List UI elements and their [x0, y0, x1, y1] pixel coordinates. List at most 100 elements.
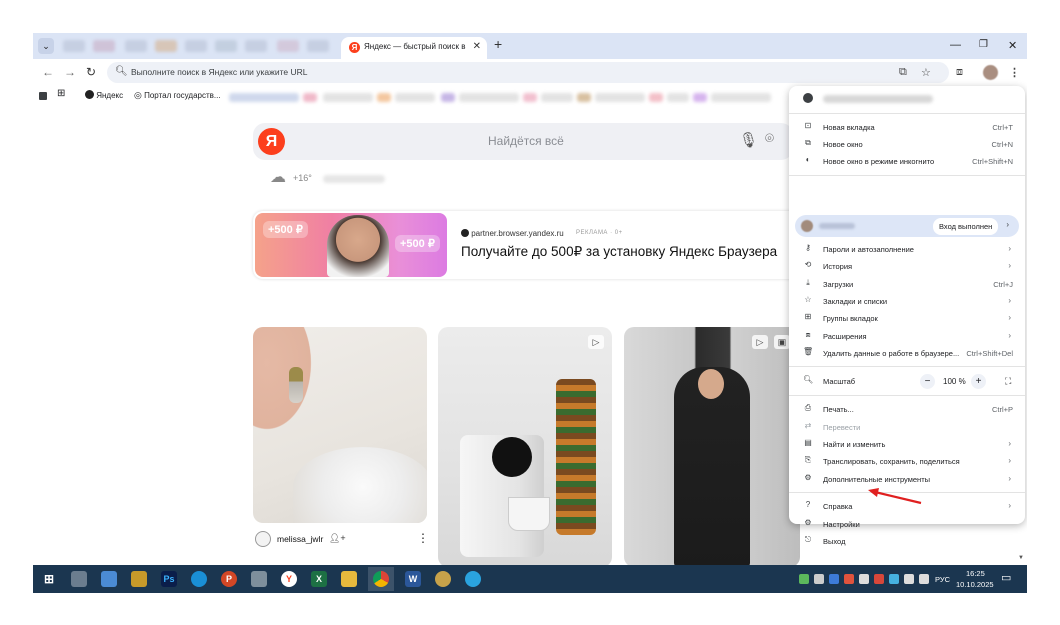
tab-blurred[interactable] [215, 40, 237, 52]
tray-app-icon[interactable] [889, 574, 899, 584]
chrome-icon[interactable] [373, 571, 389, 587]
weather-temperature[interactable]: +16° [293, 173, 312, 183]
menu-item-extensions[interactable]: ⧈ Расширения › [789, 328, 1025, 345]
clock-date[interactable]: 10.10.2025 [956, 580, 994, 589]
menu-item-passwords[interactable]: ⚷ Пароли и автозаполнение › [789, 241, 1025, 258]
card-more-icon[interactable]: ⋮ [417, 531, 429, 545]
notepad-icon[interactable] [71, 571, 87, 587]
menu-item-find[interactable]: ▤ Найти и изменить › [789, 436, 1025, 453]
tab-blurred[interactable] [277, 40, 299, 52]
app-icon[interactable] [131, 571, 147, 587]
menu-item-incognito[interactable]: ◐ Новое окно в режиме инкогнито Ctrl+Shi… [789, 153, 1025, 170]
install-app-icon[interactable]: ⧉ [899, 66, 907, 79]
profile-avatar[interactable] [983, 65, 998, 80]
bookmark-blurred[interactable] [323, 93, 373, 102]
windows-start-icon[interactable]: ⊞ [41, 571, 57, 587]
tab-search-button[interactable]: ⌄ [38, 38, 54, 54]
tab-blurred[interactable] [307, 40, 329, 52]
bookmark-blurred[interactable] [649, 93, 663, 102]
powerpoint-icon[interactable]: P [221, 571, 237, 587]
close-window-button[interactable]: ✕ [1008, 39, 1017, 52]
tab-blurred[interactable] [125, 40, 147, 52]
bookmark-blurred[interactable] [441, 93, 455, 102]
menu-item-tab-groups[interactable]: ⊞ Группы вкладок › [789, 310, 1025, 327]
menu-kebab-icon[interactable]: ⋮ [1009, 66, 1020, 79]
bookmark-blurred[interactable] [523, 93, 537, 102]
restore-button[interactable]: ❐ [979, 39, 988, 50]
notifications-icon[interactable]: ▭ [1001, 571, 1011, 584]
apps-icon[interactable] [39, 92, 47, 100]
excel-icon[interactable]: X [311, 571, 327, 587]
telegram-icon[interactable] [465, 571, 481, 587]
yandex-browser-taskbar-icon[interactable]: Y [281, 571, 297, 587]
menu-item-more-tools[interactable]: ⚙︎ Дополнительные инструменты › [789, 471, 1025, 488]
volume-icon[interactable] [919, 574, 929, 584]
menu-item-clear-data[interactable]: 🗑︎ Удалить данные о работе в браузере...… [789, 345, 1025, 362]
omnibox[interactable]: 🔍︎ Выполните поиск в Яндекс или укажите … [107, 62, 949, 83]
menu-item-exit[interactable]: ⎋ Выход [789, 533, 1025, 550]
clock-time[interactable]: 16:25 [966, 569, 985, 578]
minimize-button[interactable]: — [950, 39, 961, 51]
forward-button[interactable]: → [64, 65, 76, 79]
bookmark-yandex[interactable]: Яндекс [85, 90, 123, 100]
word-icon[interactable]: W [405, 571, 421, 587]
tab-active[interactable]: Я Яндекс — быстрый поиск в ин ✕ [341, 37, 487, 59]
back-button[interactable]: ← [42, 65, 54, 79]
bookmark-blurred[interactable] [377, 93, 391, 102]
bookmark-blurred[interactable] [541, 93, 573, 102]
yandex-logo[interactable]: Я [258, 128, 285, 155]
new-tab-button[interactable]: + [494, 36, 502, 52]
tray-app-icon[interactable] [844, 574, 854, 584]
app-icon[interactable] [435, 571, 451, 587]
app-icon[interactable] [101, 571, 117, 587]
search-bar[interactable]: Я Найдётся всё 🎙︎ ⌾ [253, 123, 793, 160]
tray-arrow-icon[interactable] [814, 574, 824, 584]
menu-item-bookmarks[interactable]: ☆ Закладки и списки › [789, 293, 1025, 310]
language-indicator[interactable]: РУС [935, 575, 950, 584]
tab-blurred[interactable] [185, 40, 207, 52]
zoom-in-button[interactable]: + [971, 374, 986, 389]
ad-banner[interactable]: +500 ₽ +500 ₽ partner.browser.yandex.ru … [253, 211, 803, 279]
menu-item-downloads[interactable]: ⤓ Загрузки Ctrl+J [789, 276, 1025, 293]
tab-groups-bar-icon[interactable]: ⊞ [57, 88, 65, 99]
menu-item-history[interactable]: ⟲ История › [789, 258, 1025, 275]
app-icon[interactable] [251, 571, 267, 587]
menu-item-print[interactable]: ⎙ Печать... Ctrl+P [789, 401, 1025, 418]
tab-blurred[interactable] [155, 40, 177, 52]
reload-button[interactable]: ↻ [86, 65, 96, 79]
camera-search-icon[interactable]: ⌾ [765, 130, 774, 147]
scroll-down-arrow[interactable]: ▼ [1018, 555, 1024, 561]
bookmark-star-icon[interactable]: ☆ [921, 66, 931, 79]
feed-card[interactable]: ▷ ▣ [624, 327, 800, 567]
tab-blurred[interactable] [93, 40, 115, 52]
bookmark-blurred[interactable] [711, 93, 771, 102]
signin-button[interactable]: Вход выполнен [933, 218, 999, 235]
fullscreen-icon[interactable]: ⛶ [1005, 376, 1011, 387]
tab-blurred[interactable] [63, 40, 85, 52]
bookmark-blurred[interactable] [395, 93, 435, 102]
author-name[interactable]: melissa_jwlr [277, 534, 323, 544]
author-avatar[interactable] [255, 531, 271, 547]
menu-item-settings[interactable]: ⚙ Настройки [789, 516, 1025, 533]
tab-blurred[interactable] [245, 40, 267, 52]
tray-app-icon[interactable] [874, 574, 884, 584]
menu-item-new-window[interactable]: ⧉ Новое окно Ctrl+N [789, 136, 1025, 153]
feed-card[interactable] [253, 327, 427, 523]
microphone-icon[interactable]: 🎙︎ [739, 131, 758, 149]
network-icon[interactable] [904, 574, 914, 584]
menu-profile-row[interactable] [789, 86, 1025, 112]
bookmark-blurred[interactable] [229, 93, 299, 102]
tray-app-icon[interactable] [799, 574, 809, 584]
feed-card[interactable]: ▷ [438, 327, 612, 567]
tray-app-icon[interactable] [859, 574, 869, 584]
file-explorer-icon[interactable] [341, 571, 357, 587]
edge-icon[interactable] [191, 571, 207, 587]
bookmark-blurred[interactable] [667, 93, 689, 102]
extensions-icon[interactable]: ⧈ [956, 66, 963, 79]
bookmark-blurred[interactable] [459, 93, 519, 102]
close-tab-icon[interactable]: ✕ [473, 41, 481, 52]
bookmark-gosuslugi[interactable]: ◎ Портал государств... [134, 90, 221, 101]
signin-row[interactable]: Вход выполнен › [795, 215, 1019, 237]
follow-icon[interactable]: 👤︎+ [329, 533, 346, 544]
bookmark-blurred[interactable] [693, 93, 707, 102]
